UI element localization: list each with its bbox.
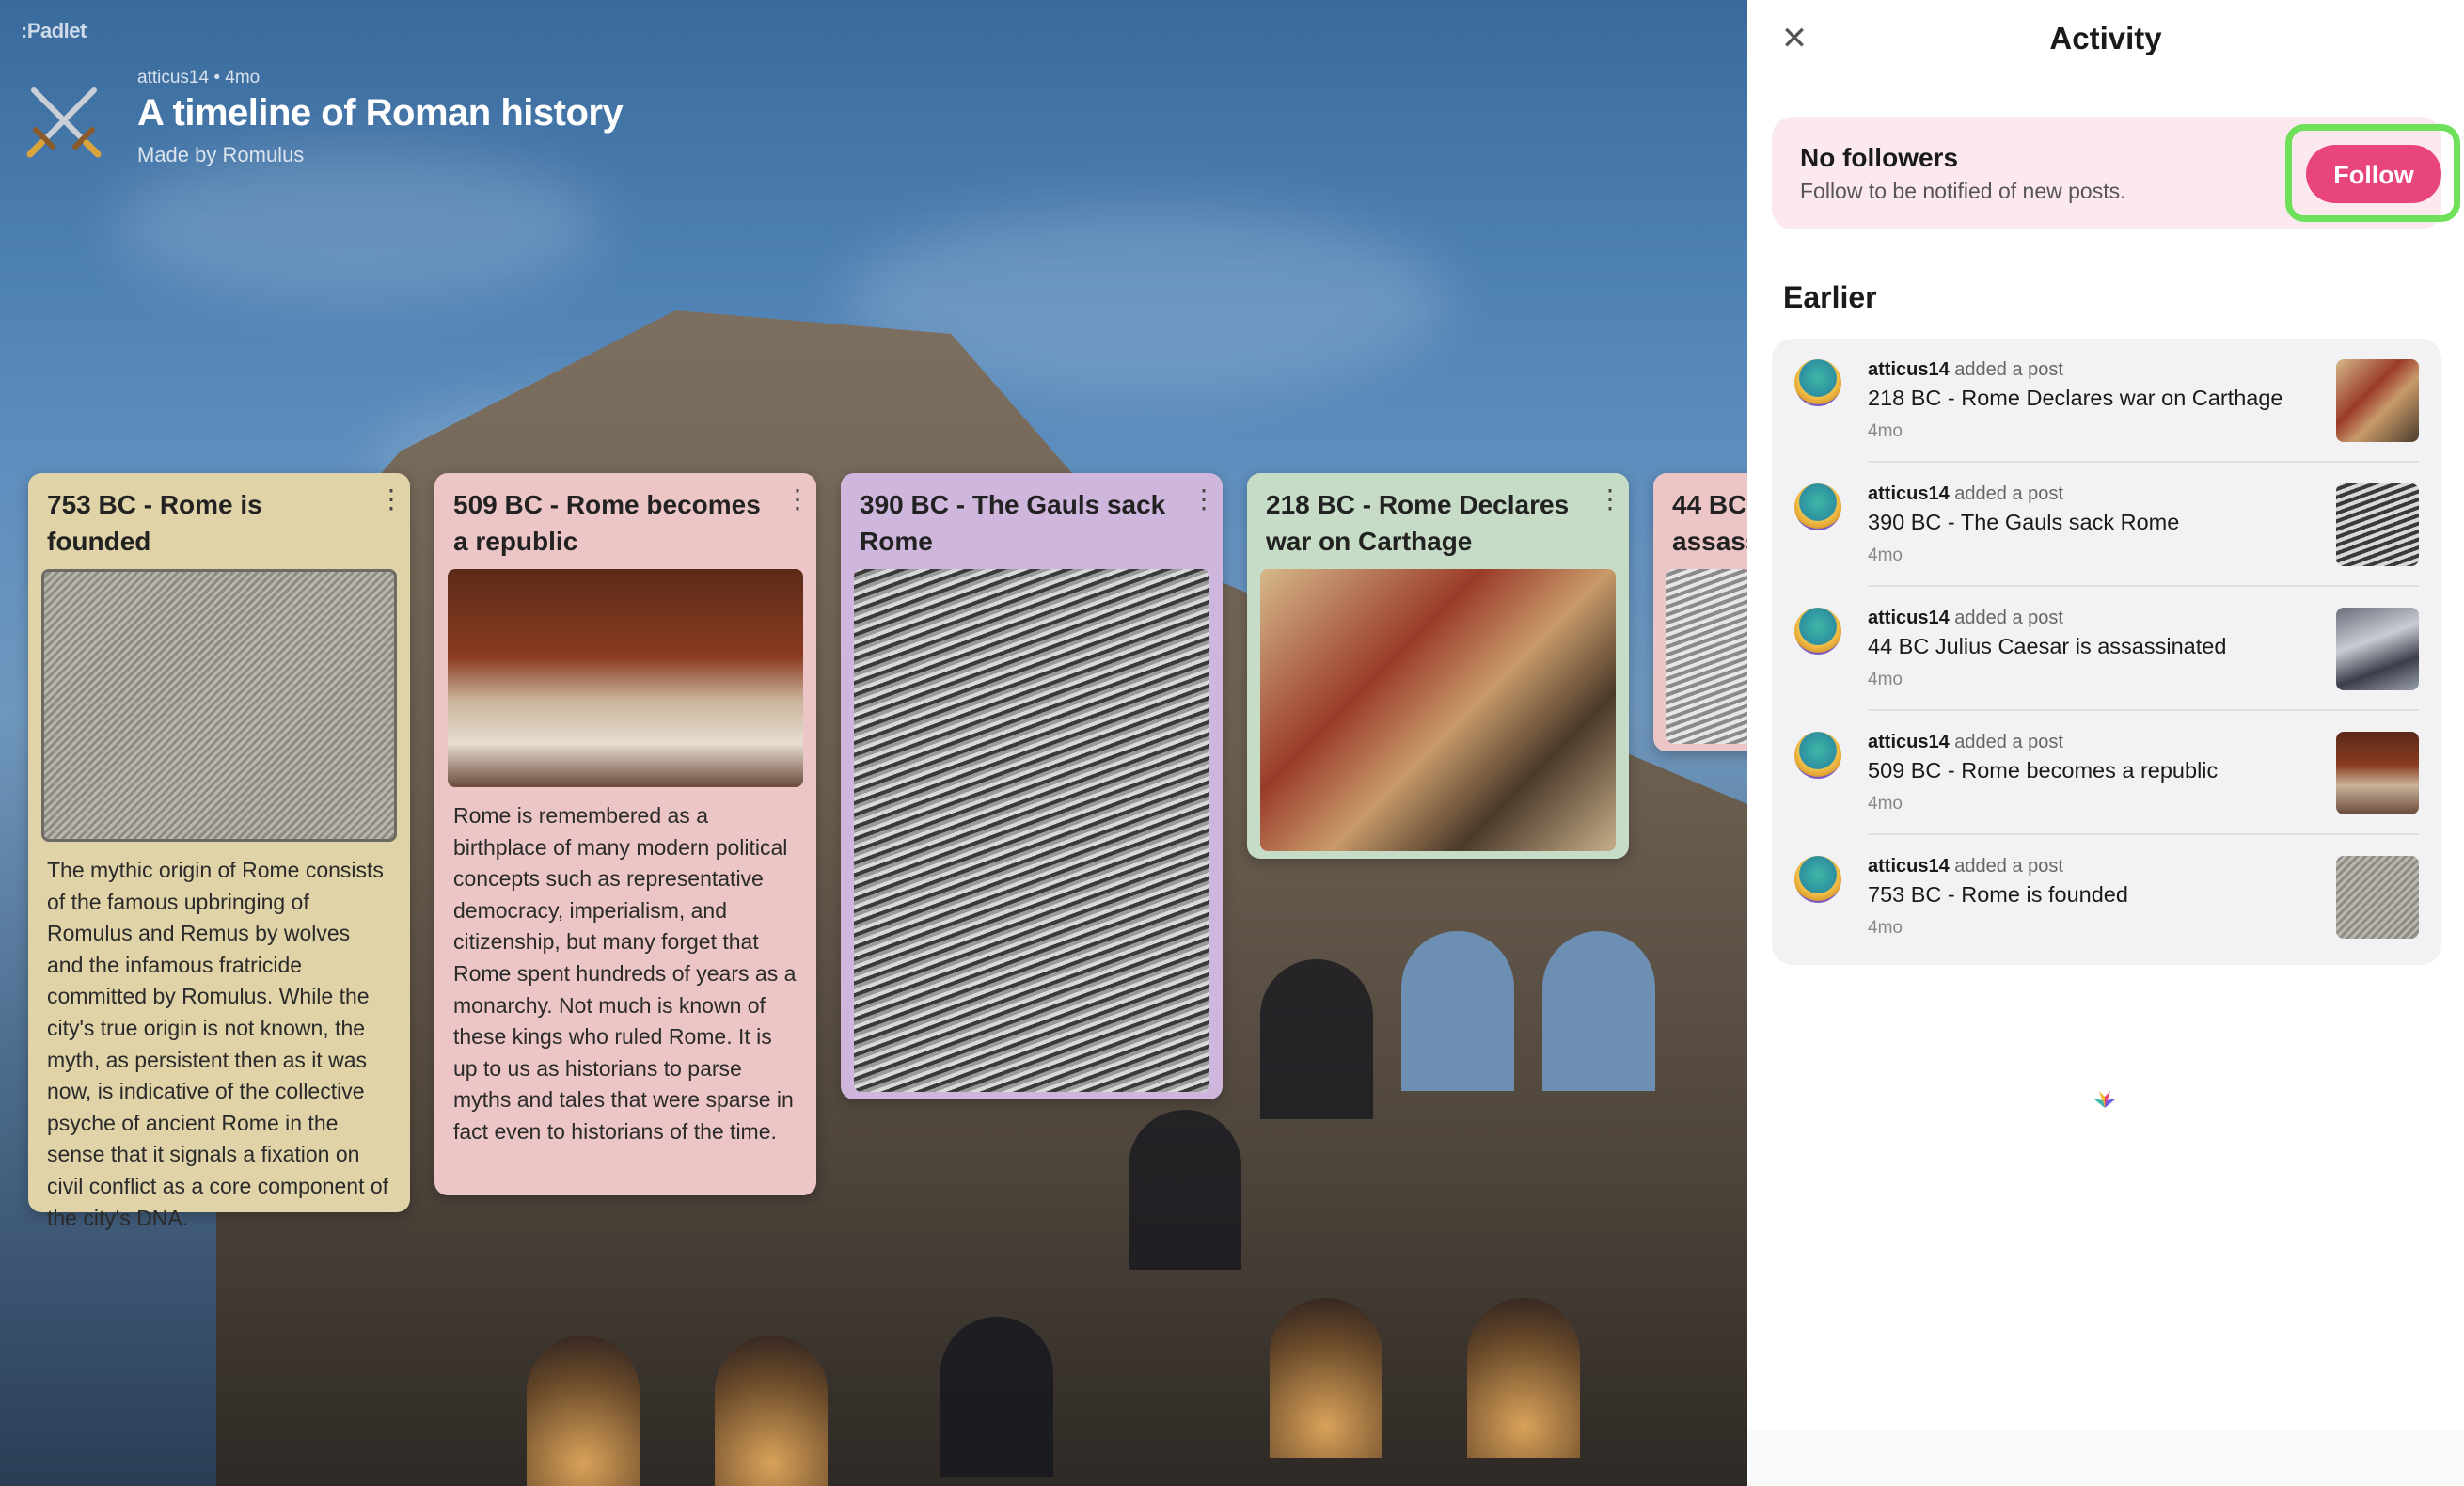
- post-thumbnail[interactable]: [2336, 359, 2419, 442]
- followers-heading: No followers: [1800, 143, 1959, 172]
- panel-footer: [1747, 1430, 2464, 1486]
- post-card[interactable]: 509 BC - Rome becomes a republic ⋮ Rome …: [434, 473, 816, 1195]
- activity-post-title: 44 BC Julius Caesar is assassinated: [1868, 634, 2227, 658]
- post-thumbnail[interactable]: [2336, 732, 2419, 814]
- avatar: [1794, 359, 1841, 406]
- activity-user: atticus14: [1868, 732, 1950, 752]
- avatar: [1794, 856, 1841, 903]
- post-image[interactable]: [1260, 569, 1616, 851]
- post-card[interactable]: 753 BC - Rome is founded ⋮ The mythic or…: [28, 473, 410, 1230]
- post-title: 390 BC - The Gauls sack Rome: [860, 490, 1166, 556]
- padlet-logo[interactable]: :Padlet: [21, 19, 87, 43]
- panel-title: Activity: [2049, 21, 2162, 55]
- activity-post-title: 390 BC - The Gauls sack Rome: [1868, 510, 2180, 534]
- post-title: 753 BC - Rome is founded: [47, 490, 262, 556]
- post-title-clipped: 44 BC assass: [1672, 490, 1761, 556]
- avatar: [1794, 732, 1841, 779]
- post-thumbnail[interactable]: [2336, 483, 2419, 566]
- board-author: atticus14: [137, 68, 210, 87]
- loading-spinner-icon: [2093, 1091, 2116, 1108]
- activity-verb: added a post: [1954, 608, 2063, 628]
- activity-time: 4mo: [1868, 421, 1903, 441]
- activity-user-line: atticus14 added a post: [1868, 359, 2063, 381]
- activity-user-line: atticus14 added a post: [1868, 608, 2063, 629]
- activity-user: atticus14: [1868, 608, 1950, 628]
- crossed-swords-icon: [26, 87, 102, 158]
- activity-item[interactable]: atticus14 added a post 390 BC - The Gaul…: [1772, 463, 2441, 587]
- post-card[interactable]: 218 BC - Rome Declares war on Carthage ⋮: [1247, 473, 1629, 859]
- activity-post-title: 218 BC - Rome Declares war on Carthage: [1868, 386, 2283, 410]
- activity-post-title: 509 BC - Rome becomes a republic: [1868, 758, 2219, 783]
- activity-user: atticus14: [1868, 856, 1950, 877]
- post-card[interactable]: 390 BC - The Gauls sack Rome ⋮: [841, 473, 1223, 1099]
- board-title: A timeline of Roman history: [137, 92, 624, 134]
- activity-time: 4mo: [1868, 670, 1903, 689]
- follow-button[interactable]: Follow: [2306, 145, 2441, 203]
- activity-verb: added a post: [1954, 856, 2063, 877]
- more-options-icon[interactable]: ⋮: [784, 486, 811, 514]
- activity-user: atticus14: [1868, 359, 1950, 380]
- followers-subtext: Follow to be notified of new posts.: [1800, 179, 2126, 203]
- board-subtitle: Made by Romulus: [137, 143, 305, 166]
- activity-time: 4mo: [1868, 794, 1903, 814]
- board-author-line: atticus14 • 4mo: [137, 68, 261, 87]
- activity-user-line: atticus14 added a post: [1868, 483, 2063, 505]
- activity-verb: added a post: [1954, 359, 2063, 380]
- activity-post-title: 753 BC - Rome is founded: [1868, 882, 2128, 907]
- more-options-icon[interactable]: ⋮: [378, 486, 404, 514]
- post-title: 509 BC - Rome becomes a republic: [453, 490, 761, 556]
- activity-user-line: atticus14 added a post: [1868, 732, 2063, 753]
- post-image[interactable]: [41, 569, 397, 842]
- post-title: 218 BC - Rome Declares war on Carthage: [1266, 490, 1570, 556]
- activity-verb: added a post: [1954, 732, 2063, 752]
- activity-item[interactable]: atticus14 added a post 44 BC Julius Caes…: [1772, 587, 2441, 711]
- activity-time: 4mo: [1868, 545, 1903, 565]
- avatar: [1794, 608, 1841, 655]
- avatar: [1794, 483, 1841, 530]
- board-age: 4mo: [225, 68, 261, 87]
- post-image[interactable]: [1666, 569, 1751, 744]
- earlier-heading: Earlier: [1783, 280, 1877, 314]
- activity-item[interactable]: atticus14 added a post 509 BC - Rome bec…: [1772, 711, 2441, 835]
- post-image[interactable]: [448, 569, 803, 787]
- activity-item[interactable]: atticus14 added a post 753 BC - Rome is …: [1772, 835, 2441, 959]
- activity-time: 4mo: [1868, 918, 1903, 938]
- activity-item[interactable]: atticus14 added a post 218 BC - Rome Dec…: [1772, 339, 2441, 463]
- post-thumbnail[interactable]: [2336, 856, 2419, 939]
- activity-user: atticus14: [1868, 483, 1950, 504]
- follow-card: No followers Follow to be notified of ne…: [1772, 117, 2460, 229]
- activity-user-line: atticus14 added a post: [1868, 856, 2063, 877]
- activity-verb: added a post: [1954, 483, 2063, 504]
- more-options-icon[interactable]: ⋮: [1597, 486, 1623, 514]
- post-body: Rome is remembered as a birthplace of ma…: [453, 803, 797, 1144]
- activity-list: atticus14 added a post 218 BC - Rome Dec…: [1772, 339, 2441, 965]
- post-body: The mythic origin of Rome consists of th…: [47, 858, 389, 1230]
- post-image[interactable]: [854, 569, 1209, 1092]
- post-thumbnail[interactable]: [2336, 608, 2419, 690]
- activity-panel: ✕ Activity No followers Follow to be not…: [1747, 0, 2464, 1486]
- more-options-icon[interactable]: ⋮: [1191, 486, 1217, 514]
